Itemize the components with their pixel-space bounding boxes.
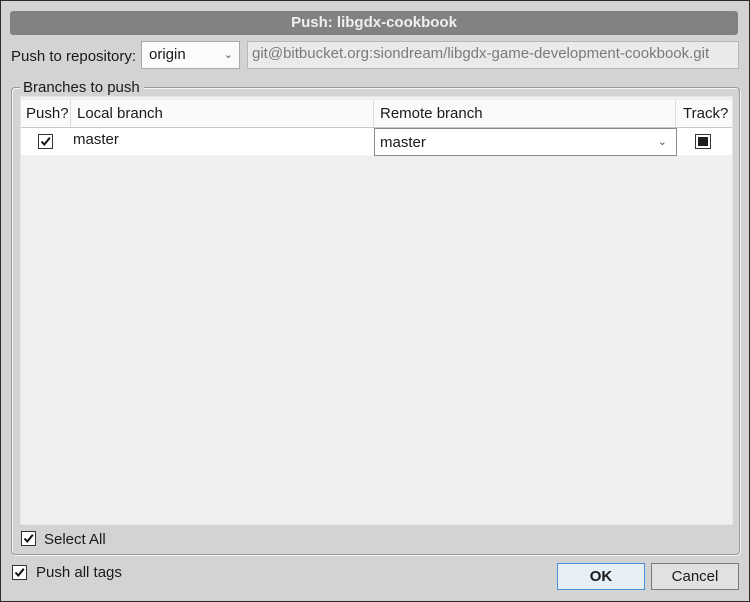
select-all-checkbox[interactable] bbox=[21, 531, 36, 546]
column-header-remote-branch[interactable]: Remote branch bbox=[374, 100, 676, 127]
branches-table: Push? Local branch Remote branch Track? … bbox=[20, 96, 733, 525]
checkmark-icon bbox=[14, 568, 25, 578]
dialog-title: Push: libgdx-cookbook bbox=[10, 11, 738, 35]
checkmark-icon bbox=[23, 534, 34, 544]
repository-select[interactable]: origin ⌄ bbox=[141, 41, 240, 69]
select-all-label[interactable]: Select All bbox=[44, 531, 106, 548]
branches-group-label: Branches to push bbox=[20, 79, 144, 96]
cancel-button[interactable]: Cancel bbox=[651, 563, 739, 590]
chevron-down-icon: ⌄ bbox=[223, 49, 233, 61]
track-checkbox[interactable] bbox=[695, 134, 711, 149]
chevron-down-icon: ⌄ bbox=[657, 136, 667, 148]
column-header-track[interactable]: Track? bbox=[676, 100, 732, 127]
repository-url-field: git@bitbucket.org:siondream/libgdx-game-… bbox=[247, 41, 739, 69]
push-all-tags-checkbox[interactable] bbox=[12, 565, 27, 580]
indeterminate-icon bbox=[698, 137, 708, 146]
local-branch-cell: master bbox=[73, 131, 119, 148]
column-header-local-branch[interactable]: Local branch bbox=[71, 100, 374, 127]
push-checkbox[interactable] bbox=[38, 134, 53, 149]
column-header-push[interactable]: Push? bbox=[21, 100, 71, 127]
remote-branch-select[interactable]: master ⌄ bbox=[374, 128, 677, 156]
repository-select-value: origin bbox=[149, 46, 186, 63]
table-header: Push? Local branch Remote branch Track? bbox=[21, 100, 732, 128]
checkmark-icon bbox=[40, 137, 51, 147]
table-row[interactable]: master master ⌄ bbox=[21, 128, 732, 156]
push-all-tags-label[interactable]: Push all tags bbox=[36, 564, 122, 581]
remote-branch-value: master bbox=[380, 134, 426, 151]
ok-button[interactable]: OK bbox=[557, 563, 645, 590]
push-to-repository-label: Push to repository: bbox=[11, 48, 137, 65]
